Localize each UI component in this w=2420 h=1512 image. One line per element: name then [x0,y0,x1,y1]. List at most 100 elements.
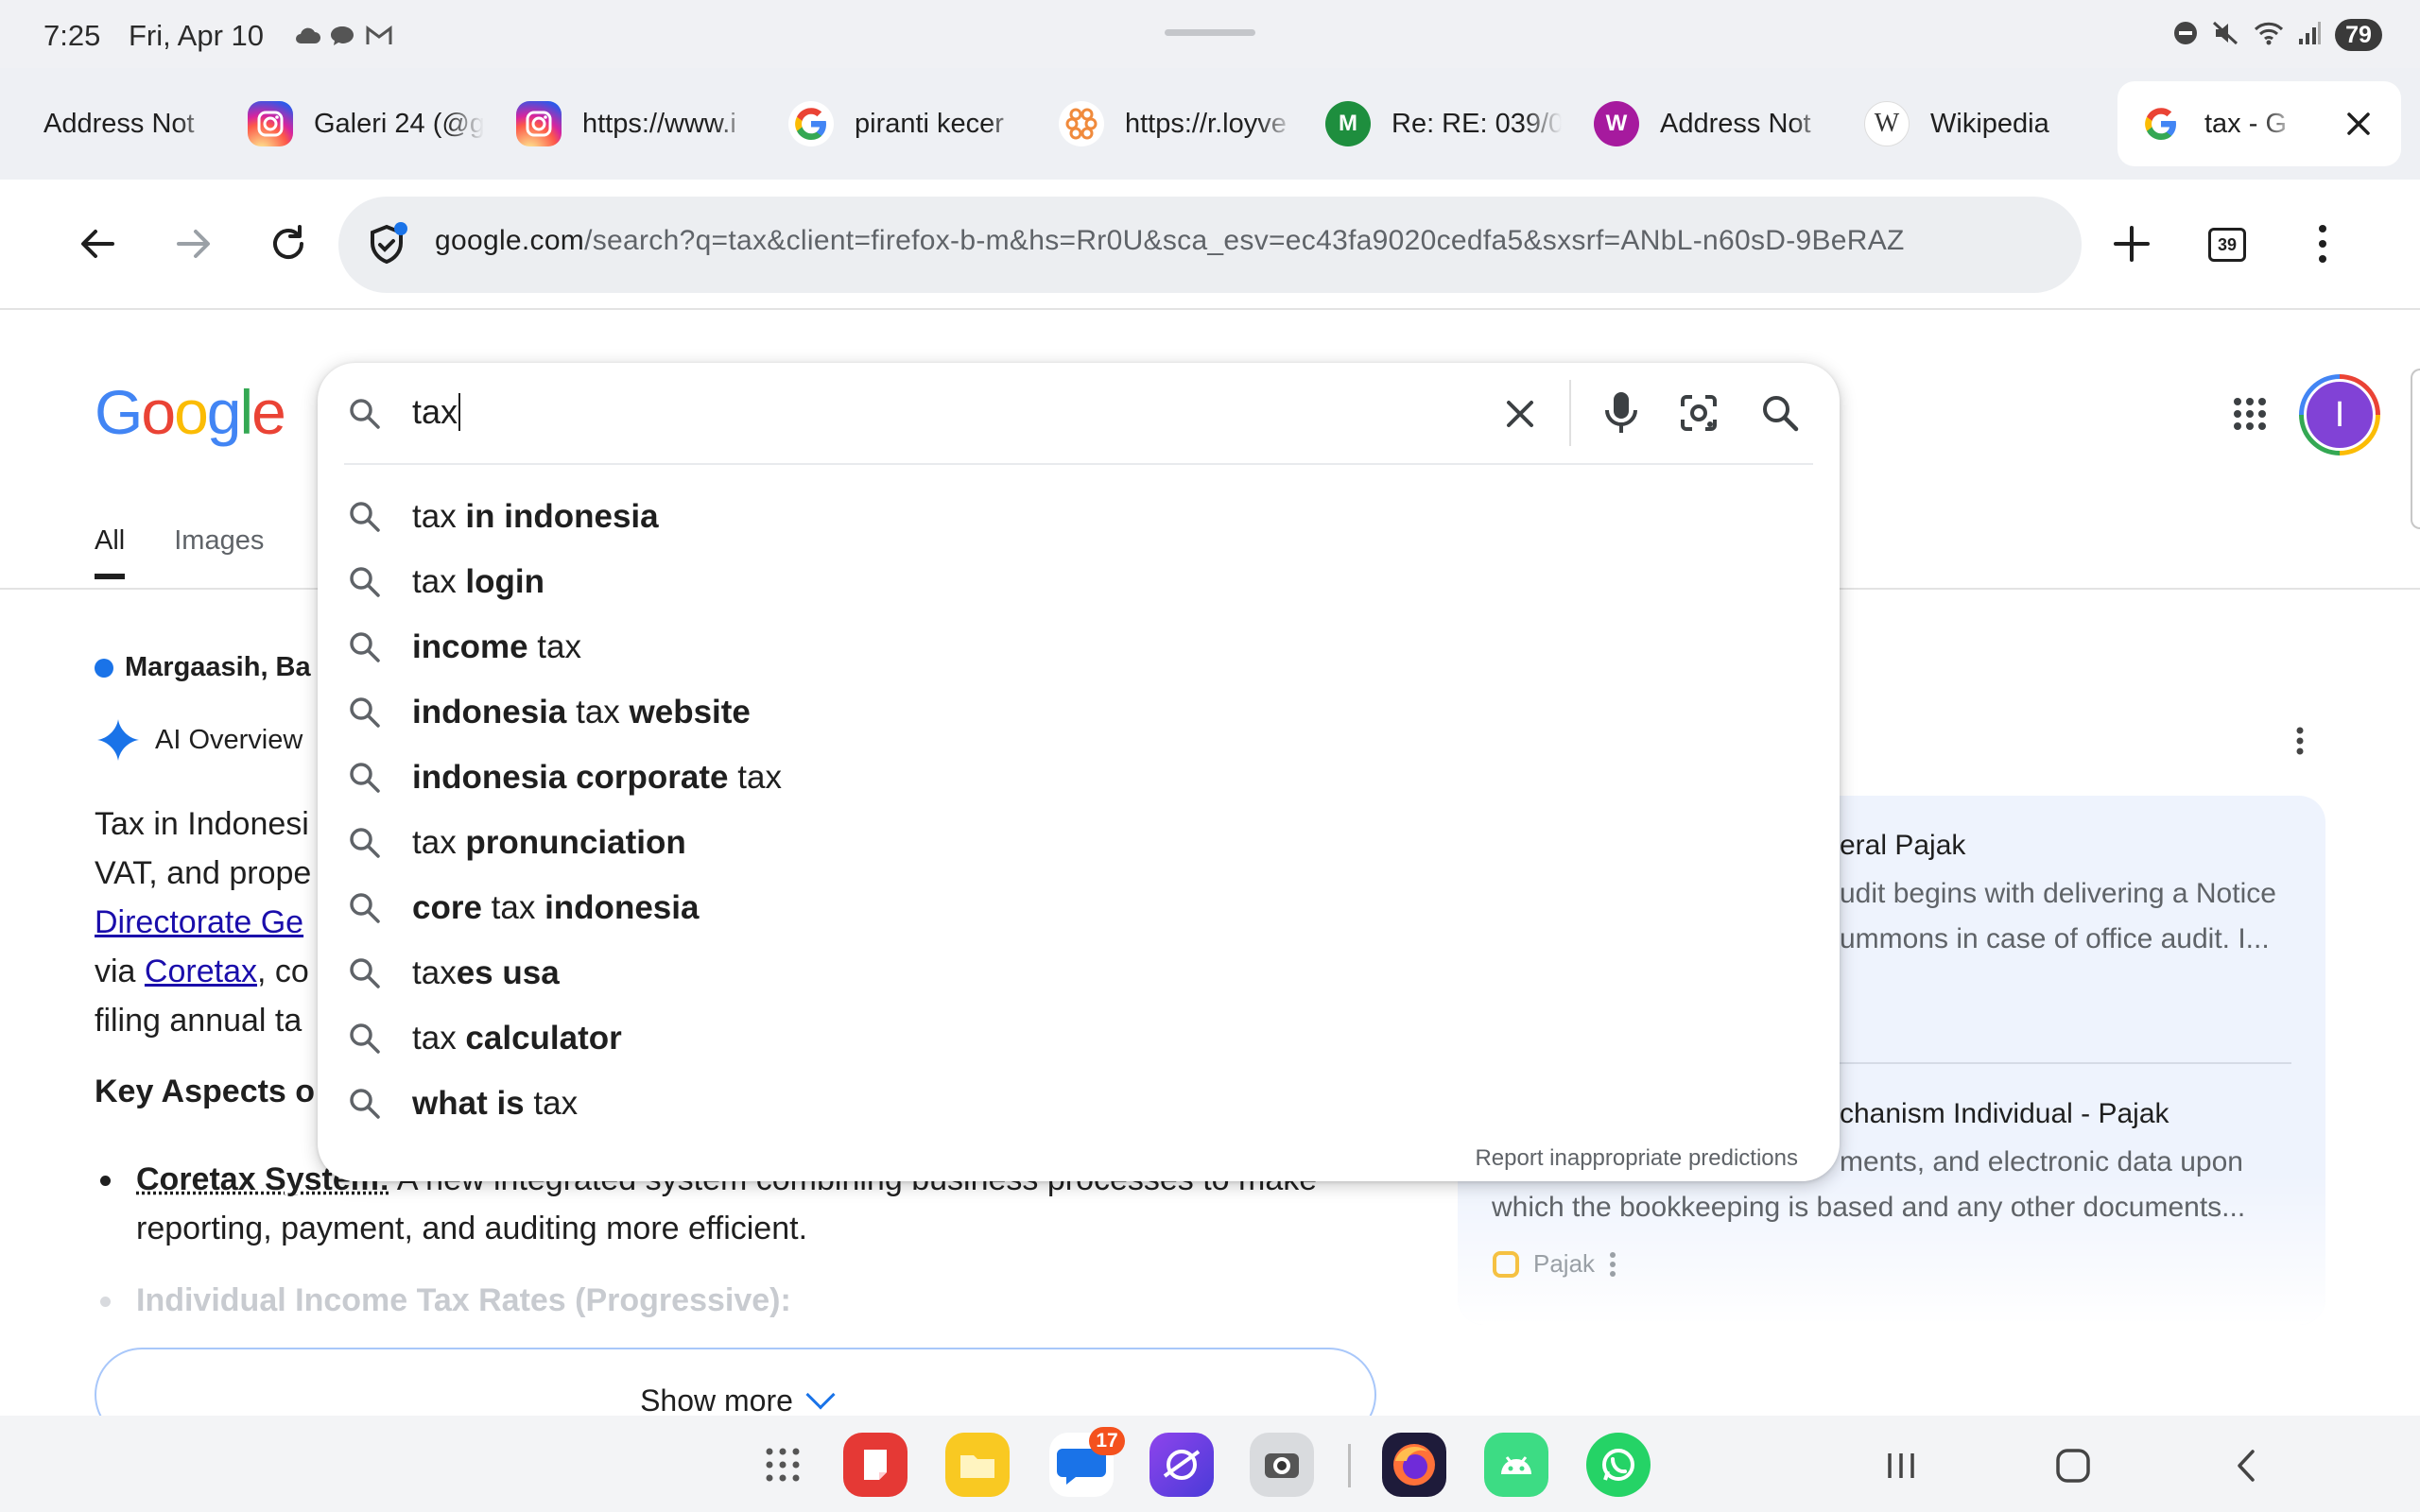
shield-check-icon[interactable] [363,221,410,268]
wikipedia-icon: W [1864,101,1910,146]
suggestion-item[interactable]: tax login [318,549,1840,614]
suggestion-item[interactable]: what is tax [318,1071,1840,1136]
location-label[interactable]: Margaasih, Ba [95,652,311,683]
notes-icon [864,1450,887,1480]
address-bar[interactable]: google.com/search?q=tax&client=firefox-b… [338,197,2082,293]
tab-label: piranti kecer [855,108,1025,140]
menu-button[interactable] [2291,213,2354,275]
suggestion-text: taxes usa [412,954,560,991]
microphone-icon[interactable] [1599,389,1643,437]
files-app[interactable] [945,1433,1010,1497]
tab-instagram-url[interactable]: https://www.i [516,68,752,180]
android-app[interactable] [1484,1433,1548,1497]
tab-loyverse[interactable]: https://r.loyve [1059,68,1295,180]
directorate-link[interactable]: Directorate Ge [95,904,303,940]
status-date: Fri, Apr 10 [129,19,264,52]
camera-app[interactable] [1250,1433,1314,1497]
status-time: 7:25 [43,19,101,52]
tab-images[interactable]: Images [174,525,264,579]
close-tab-icon[interactable] [2337,102,2380,146]
google-icon [788,101,834,146]
app-drawer-button[interactable] [751,1433,815,1497]
loyverse-icon [1059,101,1104,146]
suggestion-text: tax pronunciation [412,823,686,861]
gemini-sparkle-icon [97,719,139,761]
google-lens-icon[interactable] [1677,391,1720,435]
recent-apps-button[interactable] [1876,1440,1927,1491]
forward-button[interactable] [163,213,225,275]
signal-icon [2297,20,2322,51]
search-icon [346,694,384,731]
source-title-1[interactable]: eral Pajak [1840,830,1965,862]
suggestion-item[interactable]: tax pronunciation [318,810,1840,875]
suggestion-item[interactable]: indonesia corporate tax [318,745,1840,810]
new-tab-button[interactable] [2100,213,2163,275]
tab-switcher-button[interactable]: 39 [2208,228,2246,262]
kebab-menu-icon[interactable] [1608,1251,1617,1278]
suggestion-item[interactable]: income tax [318,614,1840,679]
firefox-app[interactable] [1382,1433,1446,1497]
letter-w-icon: W [1594,101,1639,146]
tab-address-not-1[interactable]: Address Not [43,68,216,180]
page-scrollbar[interactable] [2411,369,2420,529]
tab-strip: Address Not Galeri 24 (@g https://www.i … [0,68,2420,180]
whatsapp-app[interactable] [1586,1433,1651,1497]
suggestion-item[interactable]: taxes usa [318,940,1840,1005]
clear-search-icon[interactable] [1499,393,1541,435]
ai-overview-text: Tax in Indonesi VAT, and prope Directora… [95,806,312,1039]
search-input[interactable]: tax [412,389,461,435]
suggestion-item[interactable]: indonesia tax website [318,679,1840,745]
recents-icon [1888,1453,1914,1478]
search-submit-icon[interactable] [1758,391,1802,435]
back-button[interactable] [66,213,129,275]
suggestion-item[interactable]: tax calculator [318,1005,1840,1071]
internet-icon [1163,1450,1201,1480]
search-icon [346,759,384,797]
divider [1569,380,1571,446]
search-icon [346,889,384,927]
reload-button[interactable] [257,213,320,275]
wifi-icon [2254,20,2284,51]
tab-re-re[interactable]: M Re: RE: 039/0 [1325,68,1562,180]
account-avatar[interactable]: I [2299,374,2380,455]
search-icon [346,563,384,601]
tab-tax-google-active[interactable]: tax - G [2118,81,2401,166]
home-button[interactable] [2048,1440,2099,1491]
search-icon [346,824,384,862]
tab-label: Wikipedia [1930,108,2049,139]
google-logo[interactable]: Google [95,376,286,448]
firefox-icon [1393,1444,1435,1486]
report-predictions-link[interactable]: Report inappropriate predictions [1475,1145,1798,1172]
source-title-2[interactable]: chanism Individual - Pajak [1840,1098,2169,1130]
ai-overview-menu-icon[interactable] [2293,726,2307,756]
drag-handle[interactable] [1165,29,1255,36]
pajak-favicon-icon [1493,1250,1519,1278]
google-apps-icon[interactable] [2233,397,2267,431]
suggestion-item[interactable]: tax in indonesia [318,484,1840,549]
tab-address-not-2[interactable]: W Address Not [1594,68,1830,180]
internet-app[interactable] [1150,1433,1214,1497]
tab-wikipedia[interactable]: W Wikipedia [1864,68,2072,180]
suggestion-text: tax in indonesia [412,497,659,535]
coretax-link[interactable]: Coretax [145,954,257,989]
tab-galeri-24[interactable]: Galeri 24 (@g [248,68,484,180]
reload-icon [273,225,303,259]
suggestion-text: indonesia corporate tax [412,758,782,796]
tab-label: Galeri 24 (@g [314,108,484,140]
tab-piranti[interactable]: piranti kecer [788,68,1025,180]
letter-m-icon: M [1325,101,1371,146]
source-site[interactable]: Pajak [1492,1249,1617,1279]
search-icon [346,954,384,992]
suggestion-item[interactable]: core tax indonesia [318,875,1840,940]
apps-grid-icon [766,1448,800,1482]
back-nav-button[interactable] [2221,1440,2273,1491]
ai-overview-label: AI Overview [155,724,303,755]
instagram-icon [516,101,562,146]
instagram-icon [248,101,293,146]
tab-label: https://r.loyve [1125,108,1295,140]
folder-icon [960,1455,994,1478]
battery-indicator: 79 [2335,19,2382,51]
notes-app[interactable] [843,1433,908,1497]
tab-all[interactable]: All [95,525,126,579]
arrow-left-icon [81,230,114,258]
